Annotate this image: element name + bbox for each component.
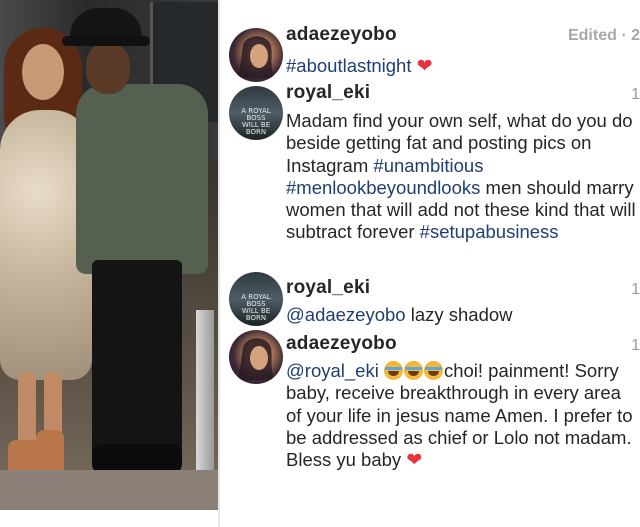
hashtag-link[interactable]: #unambitious: [373, 155, 483, 176]
avatar[interactable]: [229, 28, 283, 82]
avatar[interactable]: A ROYAL BOSS WILL BE BORN: [229, 86, 283, 140]
photo-man-face: [86, 42, 130, 94]
profile-photo-icon: [237, 338, 275, 380]
comment-timestamp: Edited · 2: [567, 27, 640, 44]
comment-timestamp: 1: [631, 86, 640, 103]
photo-man-pants: [92, 260, 182, 470]
comment-text: @royal_eki choi! painment! Sorry baby, r…: [286, 360, 638, 472]
comment-text: @adaezeyobo lazy shadow: [286, 304, 638, 326]
avatar-caption: A ROYAL BOSS WILL BE BORN: [241, 293, 271, 322]
comment-timestamp: 1: [631, 281, 640, 298]
post-photo: [0, 0, 218, 510]
comment-text-segment: lazy shadow: [405, 304, 513, 325]
hashtag-link[interactable]: #aboutlastnight: [286, 55, 412, 76]
laughing-face-icon: [383, 361, 403, 380]
heart-icon: ❤: [416, 56, 433, 77]
comment-text: Madam find your own self, what do you do…: [286, 110, 638, 244]
comment-username[interactable]: royal_eki: [286, 277, 370, 299]
comment-username[interactable]: adaezeyobo: [286, 333, 397, 355]
photo-man-shirt: [76, 84, 208, 274]
photo-woman-face: [22, 44, 64, 100]
comments-panel: adaezeyobo Edited · 2 #aboutlastnight ❤ …: [220, 0, 640, 527]
avatar[interactable]: [229, 330, 283, 384]
comment-timestamp: 1: [631, 337, 640, 354]
hashtag-link[interactable]: #menlookbeyoundlooks: [286, 177, 480, 198]
laughing-face-icon: [423, 361, 443, 380]
profile-photo-icon: [237, 36, 275, 78]
comment-text: #aboutlastnight ❤: [286, 55, 638, 78]
avatar-caption: A ROYAL BOSS WILL BE BORN: [241, 107, 271, 136]
comment-username[interactable]: royal_eki: [286, 82, 370, 104]
photo-floor: [0, 470, 218, 510]
laughing-face-icon: [403, 361, 423, 380]
heart-icon: ❤: [406, 450, 423, 472]
photo-man-hat-brim: [62, 36, 150, 46]
mention-link[interactable]: @royal_eki: [286, 360, 379, 381]
hashtag-link[interactable]: #setupabusiness: [420, 221, 559, 242]
avatar[interactable]: A ROYAL BOSS WILL BE BORN: [229, 272, 283, 326]
mention-link[interactable]: @adaezeyobo: [286, 304, 406, 325]
comment-username[interactable]: adaezeyobo: [286, 24, 397, 46]
